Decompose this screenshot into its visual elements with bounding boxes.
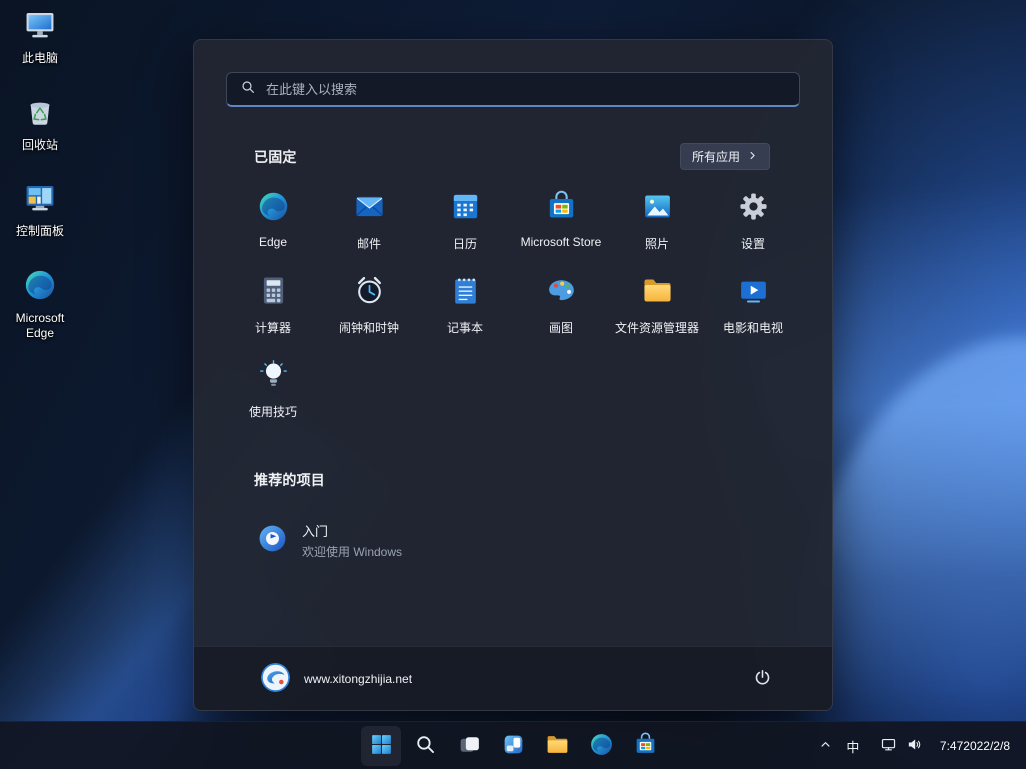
ime-label: 中 (846, 737, 859, 756)
app-label: 照片 (645, 235, 669, 252)
pinned-app-settings[interactable]: 设置 (705, 184, 801, 268)
taskbar-widgets-button[interactable] (493, 726, 533, 766)
search-input[interactable] (266, 82, 786, 97)
folder-icon (545, 732, 570, 760)
system-tray: 中 7:47 2022/2/8 (813, 722, 1026, 769)
movies-tv-icon (737, 274, 770, 312)
taskbar-center (361, 722, 665, 769)
app-label: 画图 (549, 319, 573, 336)
recycle-bin-icon (23, 95, 57, 134)
user-account-button[interactable]: www.xitongzhijia.net (252, 657, 420, 701)
network-icon (880, 736, 897, 756)
all-apps-label: 所有应用 (692, 148, 740, 165)
search-icon (240, 79, 256, 100)
mail-icon (353, 190, 386, 228)
recommended-title: 入门 (302, 521, 402, 540)
desktop-icon-label: 控制面板 (16, 224, 64, 240)
store-icon (633, 732, 658, 760)
desktop-icon-edge[interactable]: Microsoft Edge (8, 268, 72, 342)
taskbar-edge-button[interactable] (581, 726, 621, 766)
recommended-subtitle: 欢迎使用 Windows (302, 543, 402, 560)
avatar (260, 662, 291, 696)
folder-icon (641, 274, 674, 312)
pinned-app-tips[interactable]: 使用技巧 (225, 352, 321, 436)
desktop-icon-this-pc[interactable]: 此电脑 (8, 8, 72, 67)
pinned-app-calculator[interactable]: 计算器 (225, 268, 321, 352)
desktop-icon-label: Microsoft Edge (8, 311, 72, 342)
hidden-icons-button[interactable] (813, 729, 839, 763)
pinned-app-alarms-clock[interactable]: 闹钟和时钟 (321, 268, 417, 352)
pinned-app-microsoft-store[interactable]: Microsoft Store (513, 184, 609, 268)
pinned-app-mail[interactable]: 邮件 (321, 184, 417, 268)
pinned-app-paint[interactable]: 画图 (513, 268, 609, 352)
pinned-app-file-explorer[interactable]: 文件资源管理器 (609, 268, 705, 352)
settings-gear-icon (737, 190, 770, 228)
this-pc-icon (23, 8, 57, 47)
get-started-icon (257, 523, 288, 559)
store-icon (545, 190, 578, 228)
app-label: Microsoft Store (521, 235, 602, 249)
taskbar-task-view-button[interactable] (449, 726, 489, 766)
pinned-app-edge[interactable]: Edge (225, 184, 321, 268)
app-label: 电影和电视 (723, 319, 783, 336)
desktop-icon-recycle-bin[interactable]: 回收站 (8, 95, 72, 154)
volume-icon (906, 736, 923, 756)
app-label: 记事本 (447, 319, 483, 336)
desktop-icon-label: 此电脑 (22, 51, 58, 67)
power-icon (753, 668, 772, 690)
start-menu-footer: www.xitongzhijia.net (194, 646, 832, 710)
app-label: 文件资源管理器 (615, 319, 699, 336)
edge-icon (589, 732, 614, 760)
search-box[interactable] (226, 72, 800, 107)
taskbar-file-explorer-button[interactable] (537, 726, 577, 766)
chevron-up-icon (818, 737, 833, 755)
pinned-app-photos[interactable]: 照片 (609, 184, 705, 268)
pinned-app-calendar[interactable]: 日历 (417, 184, 513, 268)
app-label: 使用技巧 (249, 403, 297, 420)
search-icon (413, 732, 438, 760)
app-label: 闹钟和时钟 (339, 319, 399, 336)
notepad-icon (449, 274, 482, 312)
taskbar-store-button[interactable] (625, 726, 665, 766)
lightbulb-icon (257, 358, 290, 396)
ime-indicator[interactable]: 中 (839, 729, 867, 763)
calendar-icon (449, 190, 482, 228)
pinned-app-grid: Edge 邮件 (225, 184, 803, 436)
control-panel-icon (23, 181, 57, 220)
pinned-app-notepad[interactable]: 记事本 (417, 268, 513, 352)
taskbar: 中 7:47 2022/2/8 (0, 721, 1026, 769)
task-view-icon (457, 732, 482, 760)
desktop-icon-control-panel[interactable]: 控制面板 (8, 181, 72, 240)
user-name: www.xitongzhijia.net (304, 672, 412, 686)
windows-logo-icon (369, 732, 394, 760)
desktop-icon-list: 此电脑 回收站 (8, 8, 72, 342)
taskbar-start-button[interactable] (361, 726, 401, 766)
clock[interactable]: 7:47 2022/2/8 (930, 729, 1014, 763)
calculator-icon (257, 274, 290, 312)
all-apps-button[interactable]: 所有应用 (680, 143, 770, 170)
chevron-right-icon (747, 150, 758, 164)
pinned-app-movies-tv[interactable]: 电影和电视 (705, 268, 801, 352)
app-label: Edge (259, 235, 287, 249)
clock-time: 7:47 (940, 738, 963, 754)
power-button[interactable] (742, 659, 782, 699)
app-label: 邮件 (357, 235, 381, 252)
app-label: 设置 (741, 235, 765, 252)
clock-date: 2022/2/8 (963, 738, 1010, 754)
app-label: 日历 (453, 235, 477, 252)
edge-icon (23, 268, 57, 307)
tray-status-group[interactable] (873, 729, 930, 763)
recommended-section-title: 推荐的项目 (254, 472, 325, 488)
paint-palette-icon (545, 274, 578, 312)
app-label: 计算器 (255, 319, 291, 336)
recommended-item-get-started[interactable]: 入门 欢迎使用 Windows (242, 512, 552, 569)
edge-icon (257, 190, 290, 228)
alarm-clock-icon (353, 274, 386, 312)
pinned-section-title: 已固定 (254, 147, 297, 167)
photos-icon (641, 190, 674, 228)
taskbar-search-button[interactable] (405, 726, 445, 766)
widgets-icon (501, 732, 526, 760)
start-menu: 已固定 所有应用 Edge (193, 39, 833, 711)
desktop-icon-label: 回收站 (22, 138, 58, 154)
